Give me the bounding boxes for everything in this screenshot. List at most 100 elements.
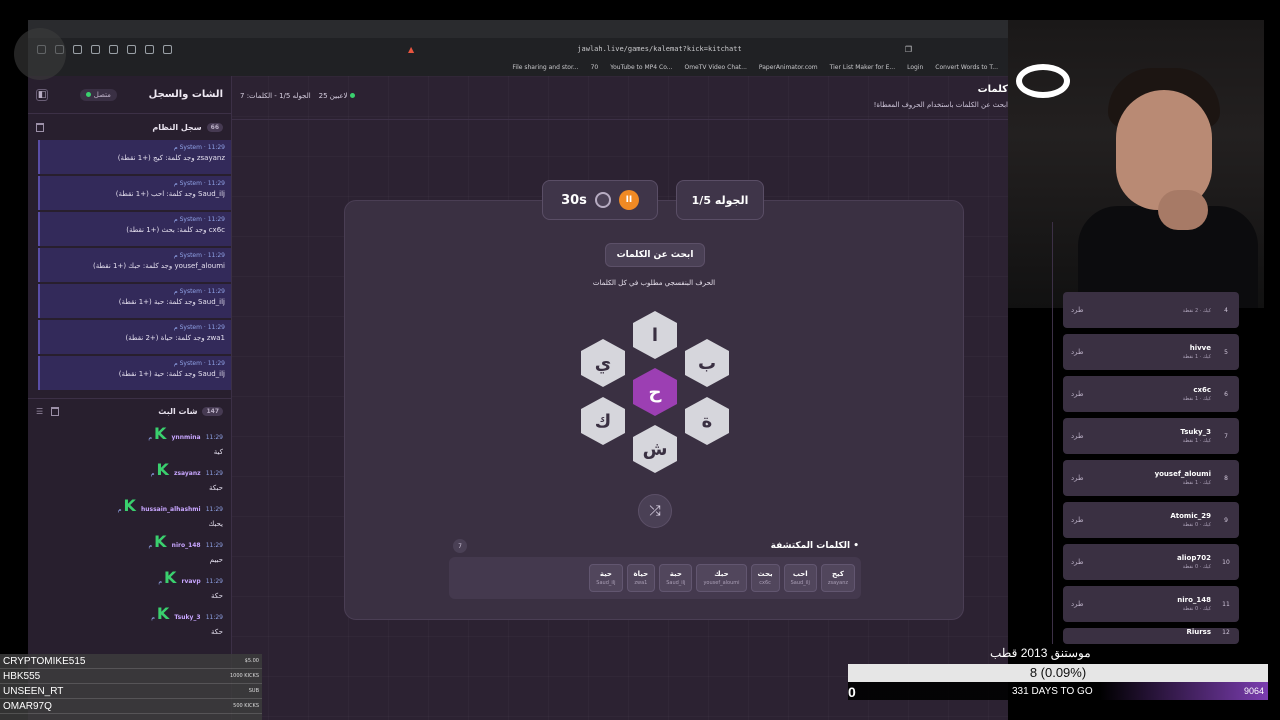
bookmark-item[interactable]: 70 [591,64,599,71]
extension-icon[interactable] [127,44,136,54]
letter-hex-bottom-left[interactable]: ك [581,397,625,445]
center-letter-hex[interactable]: ح [633,368,677,416]
found-word: كيج [831,570,844,578]
system-log-header: 66 سجل النظام [28,114,231,140]
download-icon[interactable] [109,44,118,54]
ring-light [1016,64,1070,98]
leaderboard-row: طرد niro_148 كيك · 0 نقطة 11 [1063,586,1239,622]
system-log-title: سجل النظام [152,122,202,132]
found-word-user: zwa1 [634,580,648,586]
address-bar[interactable]: ▲ jawlah.live/games/kalemat?kick=kitchat… [400,42,920,56]
shuffle-button[interactable]: ⤮ [638,494,672,528]
player-rank: 6 [1224,390,1228,398]
bookmark-item[interactable]: File sharing and stor... [512,64,578,71]
player-points: كيك · 1 نقطة [1182,354,1211,360]
stream-chat-header: ☰ 147 شات البث [28,398,231,424]
found-word-chip: حياة zwa1 [626,564,656,592]
player-name: Tsuky_3 [1180,428,1211,436]
pause-button[interactable]: II [618,190,639,210]
letter-hex-bottom[interactable]: ش [633,425,677,473]
donation-row: UNSEEN_RT SUB [0,684,262,699]
player-name: aliop702 [1177,554,1211,562]
found-word-chip: بحث cx6c [750,564,780,592]
donation-row: HBK555 1000 KICKS [0,669,262,684]
found-word-user: Saud_ilj [790,580,810,586]
trash-icon[interactable] [36,122,44,132]
message-sender: System [179,288,202,295]
player-points: كيك · 2 نقطة [1182,308,1211,314]
bookmark-item[interactable]: YouTube to MP4 Co... [610,64,672,71]
extension-icon[interactable] [91,44,100,54]
message-sender: System [179,360,202,367]
message-text: zwa1 وجد كلمة: حياة (+2 نقطة) [125,334,225,342]
donor-name: CRYPTOMIKE515 [3,655,86,667]
found-word-user: zsayanz [827,580,848,586]
online-dot [349,93,355,98]
collapse-icon[interactable]: ◧ [36,88,48,101]
stream-chat-count: 147 [202,407,223,416]
message-text: Saud_ilj وجد كلمة: حبة (+1 نقطة) [118,298,225,306]
kick-icon: K [154,424,167,443]
bookmark-icon[interactable]: ❐ [905,45,912,54]
kick-player-button[interactable]: طرد [1071,306,1084,314]
extension-icon[interactable] [145,44,154,54]
leaderboard-row: طرد كيك · 2 نقطة 4 [1063,292,1239,328]
bookmark-item[interactable]: PaperAnimator.com [759,64,818,71]
system-message: System · 11:29 م Saud_ilj وجد كلمة: حبة (… [38,284,231,318]
extension-icon[interactable] [73,44,82,54]
message-sender: System [179,324,202,331]
chat-message: K rvavp 11:29 م حكة [36,568,223,604]
bookmark-item[interactable]: Tier List Maker for E... [830,64,895,71]
trash-icon[interactable] [51,407,60,416]
bookmarks-bar: File sharing and stor... 70 YouTube to M… [28,60,1008,74]
donor-name: OMAR97Q [3,700,52,712]
chat-message: K Tsuky_3 11:29 م حكة [36,604,223,640]
url-text[interactable]: jawlah.live/games/kalemat?kick=kitchatt [577,45,741,53]
kick-player-button[interactable]: طرد [1071,600,1084,608]
round-info: الجوله 1/5 - الكلمات: 7 25 لاعبين [240,92,355,100]
chat-username: Tsuky_3 [174,614,201,621]
found-word: بحث [757,570,773,578]
letter-hex-top-left[interactable]: ي [581,339,625,387]
leaderboard-row: طرد yousef_aloumi كيك · 1 نقطة 8 [1063,460,1239,496]
bookmark-item[interactable]: OmeTV Video Chat... [684,64,746,71]
letter-hex-top-right[interactable]: ب [685,339,729,387]
kick-icon: K [163,568,177,587]
kick-player-button[interactable]: طرد [1071,516,1084,524]
timer-value: 30s [561,192,587,208]
system-message: System · 11:29 م yousef_aloumi وجد كلمة: … [38,248,231,282]
kick-player-button[interactable]: طرد [1071,474,1084,482]
player-points: كيك · 1 نقطة [1182,396,1211,402]
kick-player-button[interactable]: طرد [1071,390,1084,398]
sidebar-header: ◧ متصل الشات والسجل [28,76,231,114]
kick-icon: K [123,496,136,515]
letter-hex-top[interactable]: ا [633,311,677,359]
letter-hex-bottom-right[interactable]: ة [685,397,729,445]
goal-title: موستنق 2013 قطب [990,646,1091,660]
chat-text: حكة [211,628,223,636]
kick-player-button[interactable]: طرد [1071,432,1084,440]
game-board: ابحث عن الكلمات الحرف البنفسجي مطلوب في … [344,200,964,620]
goal-days-left: 331 DAYS TO GO [1012,686,1093,697]
chat-text: كية [213,448,223,456]
shield-icon[interactable]: ▲ [408,45,414,54]
connection-status: متصل [79,88,117,101]
message-text: yousef_aloumi وجد كلمة: حبك (+1 نقطة) [93,262,225,270]
status-label: متصل [93,90,111,99]
leaderboard: طرد كيك · 2 نقطة 4 طرد hivve كيك · 1 نقطة 5 ط… [1052,222,1246,644]
chat-message: K hussain_alhashmi 11:29 م يحبك [36,496,223,532]
found-word: حبك [714,570,729,578]
system-log-list: System · 11:29 م zsayanz وجد كلمة: كيج (+… [28,140,231,390]
bookmark-item[interactable]: Login [907,64,923,71]
bookmark-item[interactable]: Convert Words to T... [935,64,998,71]
chat-text: حكة [211,592,223,600]
extension-icon[interactable] [163,44,172,54]
kick-player-button[interactable]: طرد [1071,348,1084,356]
leaderboard-row: طرد Atomic_29 كيك · 0 نقطة 9 [1063,502,1239,538]
player-rank: 5 [1224,348,1228,356]
kick-player-button[interactable]: طرد [1071,558,1084,566]
player-rank: 4 [1224,306,1228,314]
chat-text: حبيم [209,556,223,564]
filter-icon[interactable]: ☰ [36,407,43,416]
chat-message: K niro_148 11:29 م حبيم [36,532,223,568]
